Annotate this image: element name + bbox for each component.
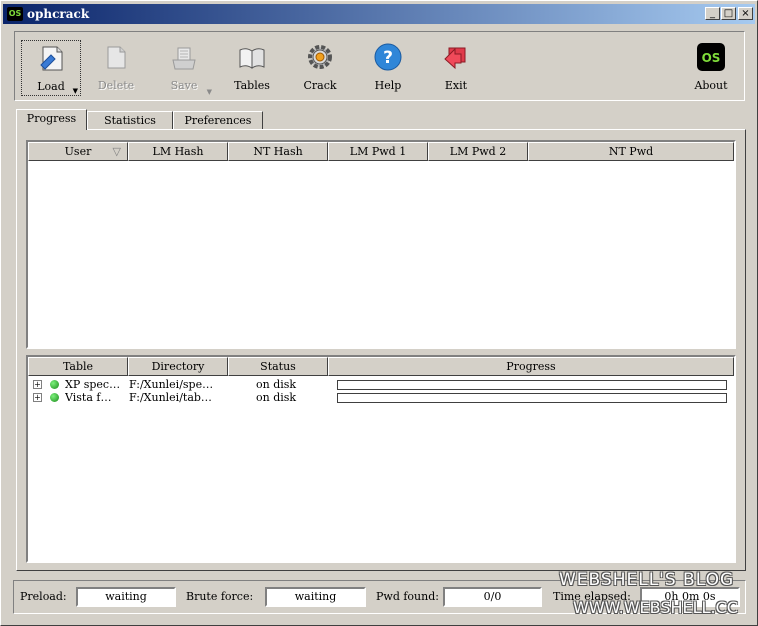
column-header-progress[interactable]: Progress: [328, 357, 734, 376]
about-button[interactable]: OS About: [681, 40, 741, 96]
column-header-lm-pwd-1[interactable]: LM Pwd 1: [328, 142, 428, 161]
document-icon: [40, 46, 63, 71]
exit-label: Exit: [444, 79, 468, 92]
tab-preferences[interactable]: Preferences: [173, 111, 263, 129]
gear-icon: [308, 45, 332, 69]
pwd-found-value: 0/0: [443, 587, 542, 607]
tables-button[interactable]: Tables: [222, 40, 282, 96]
table-status: on disk: [256, 378, 297, 391]
close-button[interactable]: ×: [738, 7, 753, 20]
column-header-label: User: [64, 145, 92, 158]
document-icon: [107, 46, 126, 69]
status-dot-icon: [50, 393, 59, 402]
progress-panel: User ▽ LM Hash NT Hash LM Pwd 1 LM Pwd 2…: [16, 129, 746, 571]
brute-force-label: Brute force:: [186, 590, 254, 603]
preload-label: Preload:: [20, 590, 67, 603]
column-header-nt-hash[interactable]: NT Hash: [228, 142, 328, 161]
status-dot-icon: [50, 380, 59, 389]
help-label: Help: [374, 79, 402, 92]
watermark-url: WWW.WEBSHELL.CC: [573, 598, 738, 617]
column-header-user[interactable]: User ▽: [28, 142, 128, 161]
book-icon: [239, 48, 265, 69]
table-name: Vista f…: [65, 391, 112, 404]
column-header-table[interactable]: Table: [28, 357, 128, 376]
table-progress-bar: [337, 393, 727, 403]
column-header-status[interactable]: Status: [228, 357, 328, 376]
hash-table[interactable]: User ▽ LM Hash NT Hash LM Pwd 1 LM Pwd 2…: [26, 140, 736, 349]
brute-force-value: waiting: [265, 587, 366, 607]
tables-label: Tables: [234, 79, 270, 92]
expand-icon[interactable]: +: [33, 393, 42, 402]
help-icon-glyph: ?: [383, 48, 393, 68]
crack-label: Crack: [303, 79, 337, 92]
load-button[interactable]: Load ▼: [21, 40, 81, 96]
save-button[interactable]: Save ▼: [154, 40, 214, 96]
app-icon: OS: [7, 7, 23, 21]
maximize-button[interactable]: □: [721, 7, 736, 20]
minimize-button[interactable]: _: [705, 7, 720, 20]
table-row[interactable]: + XP spec… F:/Xunlei/spe… on disk: [28, 378, 734, 391]
crack-button[interactable]: Crack: [290, 40, 350, 96]
about-logo-text: OS: [702, 51, 721, 65]
column-header-nt-pwd[interactable]: NT Pwd: [528, 142, 734, 161]
table-progress-bar: [337, 380, 727, 390]
column-header-lm-hash[interactable]: LM Hash: [128, 142, 228, 161]
sort-icon: ▽: [112, 145, 121, 158]
table-status: on disk: [256, 391, 297, 404]
save-label: Save: [170, 79, 198, 92]
about-logo-icon: OS: [697, 43, 725, 71]
load-label: Load: [37, 80, 65, 93]
delete-button[interactable]: Delete: [86, 40, 146, 96]
table-directory: F:/Xunlei/spe…: [129, 378, 214, 391]
exit-button[interactable]: Exit: [426, 40, 486, 96]
table-row[interactable]: + Vista f… F:/Xunlei/tab… on disk: [28, 391, 734, 404]
table-directory: F:/Xunlei/tab…: [129, 391, 212, 404]
help-icon: ?: [374, 43, 402, 71]
help-button[interactable]: ? Help: [358, 40, 418, 96]
expand-icon[interactable]: +: [33, 380, 42, 389]
window-title: ophcrack: [27, 7, 90, 21]
app-window: OS ophcrack _ □ × Load ▼ Delete Save ▼ T…: [0, 0, 758, 626]
tab-statistics[interactable]: Statistics: [87, 111, 173, 129]
delete-label: Delete: [97, 79, 135, 92]
toolbar: Load ▼ Delete Save ▼ Tables Crack ? Help…: [14, 31, 745, 101]
about-label: About: [694, 79, 728, 92]
chevron-down-icon[interactable]: ▼: [73, 87, 78, 95]
exit-icon: [444, 47, 466, 70]
column-header-lm-pwd-2[interactable]: LM Pwd 2: [428, 142, 528, 161]
chevron-down-icon[interactable]: ▼: [207, 88, 212, 96]
tables-list[interactable]: Table Directory Status Progress + XP spe…: [26, 355, 736, 563]
title-bar[interactable]: OS ophcrack _ □ ×: [3, 4, 755, 24]
preload-value: waiting: [76, 587, 176, 607]
pwd-found-label: Pwd found:: [376, 590, 439, 603]
table-name: XP spec…: [65, 378, 121, 391]
scanner-icon: [172, 47, 196, 70]
tab-progress[interactable]: Progress: [16, 109, 87, 130]
watermark-blog: WEBSHELL'S BLOG: [559, 570, 735, 590]
column-header-directory[interactable]: Directory: [128, 357, 228, 376]
